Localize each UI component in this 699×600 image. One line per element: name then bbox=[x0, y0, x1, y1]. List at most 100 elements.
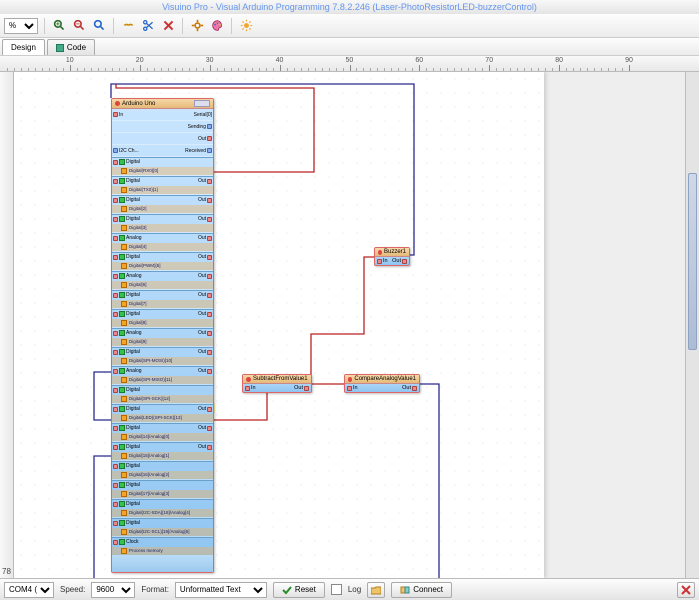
pin-row[interactable]: AnalogOutDigital[6] bbox=[112, 271, 213, 290]
pin-out[interactable] bbox=[207, 293, 212, 298]
pin-in[interactable] bbox=[113, 483, 118, 488]
pin-out[interactable] bbox=[412, 386, 417, 391]
scroll-thumb[interactable] bbox=[688, 173, 697, 350]
pin-in[interactable] bbox=[245, 386, 250, 391]
pin-row[interactable]: DigitalOutDigital(LED)(SPI-SCK)[13] bbox=[112, 404, 213, 423]
node-header[interactable]: CompareAnalogValue1 bbox=[345, 375, 419, 384]
pin-out[interactable] bbox=[304, 386, 309, 391]
pin-row[interactable]: DigitalOutDigital[14]/Analog[0] bbox=[112, 423, 213, 442]
pin-in[interactable] bbox=[113, 369, 118, 374]
pin-in[interactable] bbox=[113, 407, 118, 412]
node-header[interactable]: Arduino Uno bbox=[112, 99, 213, 109]
pin-out[interactable] bbox=[207, 255, 212, 260]
pin-row[interactable]: Out bbox=[112, 133, 213, 145]
pin-row[interactable]: DigitalOutDigital[2] bbox=[112, 195, 213, 214]
connect-button[interactable]: Connect bbox=[391, 582, 452, 598]
arduino-node[interactable]: Arduino Uno In Serial[0] Sending Out bbox=[111, 98, 214, 573]
pin-in[interactable] bbox=[113, 331, 118, 336]
pin-in[interactable] bbox=[113, 293, 118, 298]
pin-out[interactable] bbox=[402, 259, 407, 264]
pin-in[interactable] bbox=[113, 388, 118, 393]
palette-icon[interactable] bbox=[209, 18, 225, 34]
pin-in[interactable] bbox=[113, 464, 118, 469]
gear-icon[interactable] bbox=[189, 18, 205, 34]
pin-out[interactable] bbox=[207, 426, 212, 431]
speed-combo[interactable]: 9600 bbox=[91, 582, 135, 598]
com-port-combo[interactable]: COM4 (L bbox=[4, 582, 54, 598]
pin-in[interactable] bbox=[113, 445, 118, 450]
pin-out[interactable] bbox=[207, 236, 212, 241]
zoom-fit-icon[interactable] bbox=[91, 18, 107, 34]
pin-in[interactable] bbox=[113, 521, 118, 526]
reset-button[interactable]: Reset bbox=[273, 582, 325, 598]
pin-out[interactable] bbox=[207, 369, 212, 374]
pin-row[interactable]: ClockProcess memory bbox=[112, 537, 213, 556]
pin-in[interactable] bbox=[113, 312, 118, 317]
log-checkbox[interactable] bbox=[331, 584, 342, 595]
scissors-icon[interactable] bbox=[140, 18, 156, 34]
pin-in[interactable] bbox=[113, 350, 118, 355]
pin-row[interactable]: DigitalDigital(I2C-SCL)[19]/Analog[5] bbox=[112, 518, 213, 537]
pin-row[interactable]: Sending bbox=[112, 121, 213, 133]
subtract-node[interactable]: SubtractFromValue1 InOut bbox=[242, 374, 312, 393]
pin-in[interactable] bbox=[113, 198, 118, 203]
pin-in[interactable] bbox=[113, 540, 118, 545]
buzzer-node[interactable]: Buzzer1 InOut bbox=[374, 247, 410, 266]
zoom-combo[interactable]: % bbox=[4, 18, 38, 34]
pin-in[interactable] bbox=[113, 112, 118, 117]
pin-row[interactable]: DigitalOutDigital(SPI-MOSI)[10] bbox=[112, 347, 213, 366]
canvas[interactable]: Arduino Uno In Serial[0] Sending Out bbox=[14, 72, 685, 578]
pin-row[interactable]: AnalogOutDigital(SPI-MISO)[11] bbox=[112, 366, 213, 385]
sun-icon[interactable] bbox=[238, 18, 254, 34]
pin-out[interactable] bbox=[207, 198, 212, 203]
pin-in[interactable] bbox=[113, 179, 118, 184]
node-header[interactable]: Buzzer1 bbox=[375, 248, 409, 257]
pin-row[interactable]: DigitalDigital(SPI-SCK)[12] bbox=[112, 385, 213, 404]
zoom-in-icon[interactable] bbox=[51, 18, 67, 34]
pin-out[interactable] bbox=[207, 179, 212, 184]
pin-row[interactable]: I2C Ch... Received bbox=[112, 145, 213, 157]
pin-in[interactable] bbox=[113, 236, 118, 241]
format-combo[interactable]: Unformatted Text bbox=[175, 582, 267, 598]
pin-row[interactable]: AnalogOutDigital[4] bbox=[112, 233, 213, 252]
pin-out[interactable] bbox=[207, 407, 212, 412]
pin-in[interactable] bbox=[113, 160, 118, 165]
pin-out[interactable] bbox=[207, 124, 212, 129]
pin-row[interactable]: In Serial[0] bbox=[112, 109, 213, 121]
pin-row[interactable]: DigitalOutDigital[8] bbox=[112, 309, 213, 328]
pin-out[interactable] bbox=[207, 274, 212, 279]
link-icon[interactable] bbox=[120, 18, 136, 34]
pin-row[interactable]: DigitalOutDigital[15]/Analog[1] bbox=[112, 442, 213, 461]
pin-out[interactable] bbox=[207, 148, 212, 153]
node-collapse[interactable] bbox=[194, 100, 210, 107]
vertical-scrollbar[interactable] bbox=[685, 72, 699, 578]
zoom-out-icon[interactable] bbox=[71, 18, 87, 34]
page[interactable]: Arduino Uno In Serial[0] Sending Out bbox=[14, 72, 544, 578]
pin-in[interactable] bbox=[113, 502, 118, 507]
node-header[interactable]: SubtractFromValue1 bbox=[243, 375, 311, 384]
compare-node[interactable]: CompareAnalogValue1 InOut bbox=[344, 374, 420, 393]
pin-out[interactable] bbox=[207, 445, 212, 450]
pin-in[interactable] bbox=[113, 426, 118, 431]
pin-row[interactable]: DigitalDigital[16]/Analog[2] bbox=[112, 461, 213, 480]
pin-in[interactable] bbox=[113, 274, 118, 279]
pin-row[interactable]: DigitalDigital[17]/Analog[3] bbox=[112, 480, 213, 499]
delete-icon[interactable] bbox=[160, 18, 176, 34]
pin-in[interactable] bbox=[113, 255, 118, 260]
pin-in[interactable] bbox=[347, 386, 352, 391]
pin-in[interactable] bbox=[377, 259, 382, 264]
pin-row[interactable]: DigitalOutDigital[7] bbox=[112, 290, 213, 309]
pin-out[interactable] bbox=[207, 312, 212, 317]
pin-row[interactable]: DigitalDigital(RX0)[0] bbox=[112, 157, 213, 176]
pin-in[interactable] bbox=[113, 217, 118, 222]
tab-design[interactable]: Design bbox=[2, 39, 45, 55]
pin-row[interactable]: DigitalOutDigital(PWM)[5] bbox=[112, 252, 213, 271]
pin-row[interactable]: DigitalOutDigital(TX0)[1] bbox=[112, 176, 213, 195]
pin-row[interactable]: DigitalOutDigital[3] bbox=[112, 214, 213, 233]
pin-row[interactable]: DigitalDigital(I2C-SDA)[18]/Analog[4] bbox=[112, 499, 213, 518]
pin-out[interactable] bbox=[207, 217, 212, 222]
log-browse-button[interactable] bbox=[367, 582, 385, 598]
tab-code[interactable]: Code bbox=[47, 39, 95, 55]
close-panel-button[interactable] bbox=[677, 582, 695, 598]
pin-out[interactable] bbox=[207, 350, 212, 355]
